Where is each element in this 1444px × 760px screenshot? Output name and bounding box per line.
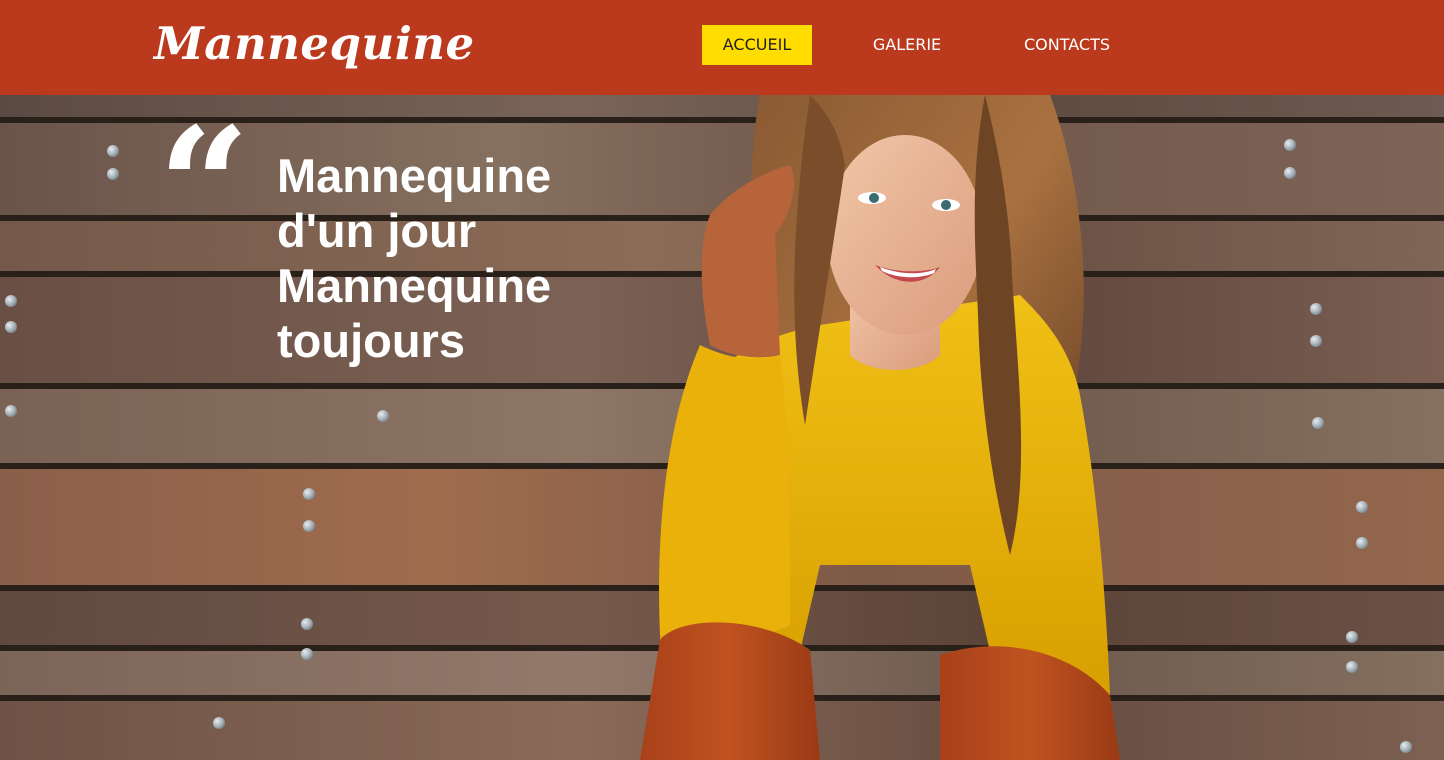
quote-line: Mannequine	[277, 259, 552, 312]
hero-quote: Mannequine d'un jour Mannequine toujours	[277, 148, 637, 368]
nav-item-accueil[interactable]: ACCUEIL	[702, 25, 812, 65]
rivet	[1346, 661, 1358, 673]
rivet	[301, 618, 313, 630]
quote-line: d'un jour	[277, 204, 477, 257]
nav-item-contacts[interactable]: CONTACTS	[1012, 25, 1122, 65]
rivet	[1312, 417, 1324, 429]
rivet	[1284, 167, 1296, 179]
rivet	[107, 168, 119, 180]
rivet	[107, 145, 119, 157]
rivet	[301, 648, 313, 660]
site-logo[interactable]: Mannequine	[154, 16, 475, 72]
rivet	[1356, 537, 1368, 549]
rivet	[377, 410, 389, 422]
nav-item-galerie[interactable]: GALERIE	[852, 25, 962, 65]
rivet	[303, 488, 315, 500]
hero-model-image	[640, 95, 1120, 760]
quote-line: Mannequine	[277, 149, 552, 202]
rivet	[5, 295, 17, 307]
rivet	[5, 321, 17, 333]
rivet	[1284, 139, 1296, 151]
quote-line: toujours	[277, 314, 465, 367]
rivet	[303, 520, 315, 532]
rivet	[1400, 741, 1412, 753]
quote-mark-icon: “	[158, 106, 251, 226]
page: “ Mannequine d'un jour Mannequine toujou…	[0, 0, 1444, 760]
site-header: Mannequine ACCUEIL GALERIE CONTACTS	[0, 0, 1444, 95]
rivet	[1310, 335, 1322, 347]
rivet	[1356, 501, 1368, 513]
rivet	[5, 405, 17, 417]
rivet	[1310, 303, 1322, 315]
rivet	[1346, 631, 1358, 643]
rivet	[213, 717, 225, 729]
